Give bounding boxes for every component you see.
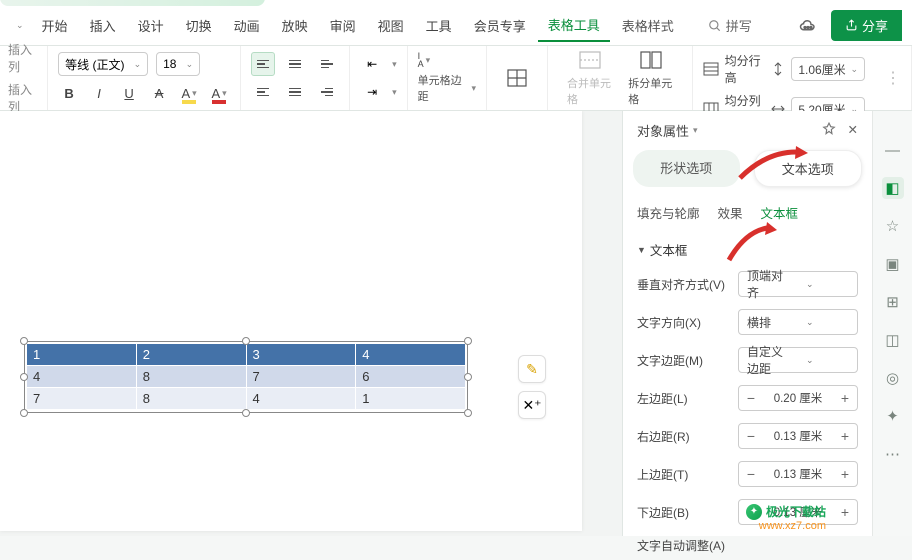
side-more-icon[interactable]: ⋯: [882, 443, 904, 465]
menu-dropdown[interactable]: ⌄: [10, 16, 30, 35]
cell-margin-button[interactable]: 单元格边距: [418, 72, 464, 104]
quick-tools-button[interactable]: ✕⁺: [518, 391, 546, 419]
bottom-margin-label: 下边距(B): [637, 504, 689, 521]
sub-tab-textbox[interactable]: 文本框: [761, 203, 799, 222]
split-cells-button[interactable]: 拆分单元格: [620, 45, 681, 111]
align-left-button[interactable]: [251, 80, 275, 104]
watermark: ✦ 极光下载站 www.xz7.com: [746, 503, 826, 532]
side-templates-icon[interactable]: ◫: [882, 329, 904, 351]
menu-table-tools[interactable]: 表格工具: [538, 9, 610, 42]
slide-canvas[interactable]: 1234 4876 7841 ✎ ✕⁺: [0, 111, 622, 536]
italic-button[interactable]: I: [88, 82, 110, 104]
search-placeholder: 拼写: [726, 16, 752, 35]
side-clipboard-icon[interactable]: ▣: [882, 253, 904, 275]
menu-slideshow[interactable]: 放映: [272, 10, 318, 41]
menu-transition[interactable]: 切换: [176, 10, 222, 41]
menu-table-styles[interactable]: 表格样式: [612, 10, 684, 41]
direction-select[interactable]: 横排⌄: [738, 309, 858, 335]
share-button[interactable]: 分享: [831, 10, 902, 41]
app-tab[interactable]: [0, 0, 265, 6]
data-table[interactable]: 1234 4876 7841: [26, 343, 466, 410]
right-margin-label: 右边距(R): [637, 428, 690, 445]
panel-title: 对象属性▾: [637, 121, 698, 140]
strike-button[interactable]: A: [148, 82, 170, 104]
sub-tab-fill[interactable]: 填充与轮廓: [637, 203, 700, 222]
menu-design[interactable]: 设计: [128, 10, 174, 41]
valign-label: 垂直对齐方式(V): [637, 276, 725, 293]
font-color-button[interactable]: A▾: [208, 82, 230, 104]
row-height-input[interactable]: 1.06厘米⌄: [791, 57, 865, 81]
font-select[interactable]: 等线 (正文)⌄: [58, 52, 148, 76]
watermark-logo-icon: ✦: [746, 504, 762, 520]
bold-button[interactable]: B: [58, 82, 80, 104]
side-properties-icon[interactable]: ◧: [882, 177, 904, 199]
left-margin-input[interactable]: −0.20 厘米+: [738, 385, 858, 411]
direction-label: 文字方向(X): [637, 314, 701, 331]
margin-select[interactable]: 自定义边距⌄: [738, 347, 858, 373]
pin-icon[interactable]: [822, 122, 836, 139]
indent-increase-button[interactable]: ⇥: [360, 80, 384, 104]
menu-view[interactable]: 视图: [368, 10, 414, 41]
insert-col-right[interactable]: 插入列: [8, 81, 39, 115]
menu-start[interactable]: 开始: [32, 10, 78, 41]
menu-member[interactable]: 会员专享: [464, 10, 536, 41]
table-row[interactable]: 7841: [27, 388, 466, 410]
menu-review[interactable]: 审阅: [320, 10, 366, 41]
right-margin-input[interactable]: −0.13 厘米+: [738, 423, 858, 449]
side-gallery-icon[interactable]: ⊞: [882, 291, 904, 313]
distribute-rows-icon: [703, 60, 719, 78]
menu-insert[interactable]: 插入: [80, 10, 126, 41]
side-layers-icon[interactable]: ◎: [882, 367, 904, 389]
margin-label: 文字边距(M): [637, 352, 703, 369]
sub-tab-effect[interactable]: 效果: [718, 203, 743, 222]
top-margin-input[interactable]: −0.13 厘米+: [738, 461, 858, 487]
annotation-arrow-2: [725, 222, 777, 262]
text-direction-button[interactable]: IA▾: [418, 52, 431, 68]
table-row[interactable]: 4876: [27, 366, 466, 388]
side-line-icon[interactable]: —: [882, 139, 904, 161]
align-right-button[interactable]: [315, 80, 339, 104]
search-box[interactable]: 拼写: [698, 12, 762, 39]
table-border-button[interactable]: [497, 63, 537, 93]
ribbon-toolbar: 插入列 插入列 等线 (正文)⌄ 18⌄ B I U A A▾ A▾: [0, 46, 912, 111]
font-size-select[interactable]: 18⌄: [156, 52, 200, 76]
row-height-label[interactable]: 均分行高: [725, 52, 765, 86]
valign-select[interactable]: 顶端对齐⌄: [738, 271, 858, 297]
left-margin-label: 左边距(L): [637, 390, 688, 407]
close-icon[interactable]: ✕: [848, 122, 858, 139]
align-bottom-button[interactable]: [315, 52, 339, 76]
align-top-button[interactable]: [251, 52, 275, 76]
slide[interactable]: 1234 4876 7841: [0, 111, 582, 531]
underline-button[interactable]: U: [118, 82, 140, 104]
merge-cells-button: 合并单元格: [559, 45, 620, 111]
top-margin-label: 上边距(T): [637, 466, 688, 483]
side-star-icon[interactable]: ☆: [882, 215, 904, 237]
cloud-icon[interactable]: [795, 13, 821, 39]
align-middle-button[interactable]: [283, 52, 307, 76]
align-center-button[interactable]: [283, 80, 307, 104]
tab-shape-options[interactable]: 形状选项: [633, 150, 740, 187]
side-iconbar: — ◧ ☆ ▣ ⊞ ◫ ◎ ✦ ⋯: [872, 111, 912, 536]
menu-bar: ⌄ 开始 插入 设计 切换 动画 放映 审阅 视图 工具 会员专享 表格工具 表…: [0, 6, 912, 46]
insert-col-left[interactable]: 插入列: [8, 41, 39, 75]
highlight-color-button[interactable]: A▾: [178, 82, 200, 104]
menu-tools[interactable]: 工具: [416, 10, 462, 41]
table-row[interactable]: 1234: [27, 344, 466, 366]
indent-decrease-button[interactable]: ⇤: [360, 52, 384, 76]
autofit-label: 文字自动调整(A): [637, 537, 725, 554]
height-icon: [770, 60, 785, 78]
annotation-arrow-1: [736, 144, 808, 182]
menu-animation[interactable]: 动画: [224, 10, 270, 41]
side-sparkle-icon[interactable]: ✦: [882, 405, 904, 427]
format-painter-button[interactable]: ✎: [518, 355, 546, 383]
